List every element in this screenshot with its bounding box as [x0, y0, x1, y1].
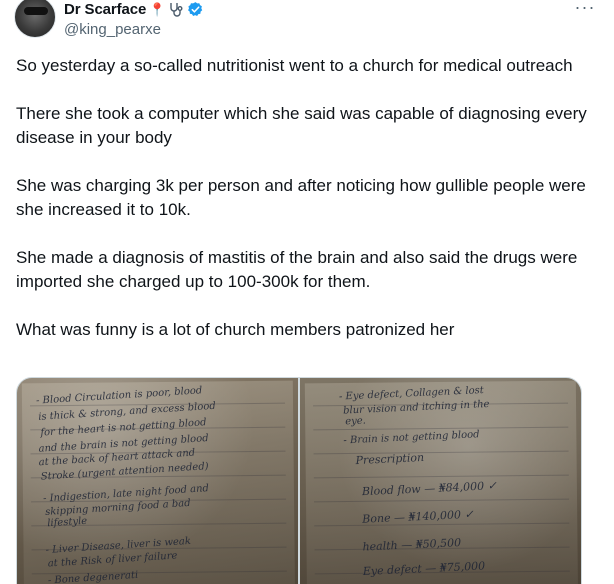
note-line: eye.	[344, 415, 367, 428]
stethoscope-icon	[170, 2, 183, 17]
note-line: Prescription	[355, 450, 425, 468]
photo-handwritten-note-right[interactable]: - Eye defect, Collagen & lost blur visio…	[300, 378, 581, 584]
paper-rule	[313, 426, 569, 431]
paper-rule	[314, 498, 570, 503]
display-name[interactable]: Dr Scarface	[64, 1, 146, 18]
tweet-paragraph: What was funny is a lot of church member…	[16, 320, 455, 339]
note-line: blur vision and itching in the	[342, 398, 490, 417]
paper-rule	[313, 474, 569, 479]
photo-handwritten-note-left[interactable]: - Blood Circulation is poor, blood is th…	[17, 378, 298, 584]
note-line: health — ₦50,500	[362, 536, 462, 554]
author-handle[interactable]: @king_pearxe	[64, 21, 161, 38]
pin-icon: 📍	[149, 2, 166, 17]
note-line: lifestyle	[46, 515, 88, 530]
tweet-paragraph: There she took a computer which she said…	[16, 104, 587, 147]
paper-sheet: - Eye defect, Collagen & lost blur visio…	[304, 380, 579, 584]
tweet-paragraph: She was charging 3k per person and after…	[16, 176, 586, 219]
media-grid: - Blood Circulation is poor, blood is th…	[16, 377, 582, 584]
tweet: Dr Scarface 📍 @king_pearxe ··· So yester…	[0, 0, 614, 584]
more-options-button[interactable]: ···	[572, 0, 598, 20]
avatar[interactable]	[14, 0, 56, 38]
paper-rule	[314, 522, 570, 527]
tweet-paragraph: She made a diagnosis of mastitis of the …	[16, 248, 578, 291]
author-name-row[interactable]: Dr Scarface 📍	[64, 1, 204, 18]
tweet-header: Dr Scarface 📍 @king_pearxe ···	[14, 0, 600, 42]
note-line: Blood flow — ₦84,000 ✓	[361, 479, 498, 499]
verified-icon	[188, 2, 203, 16]
note-line: - Brain is not getting blood	[343, 429, 480, 447]
tweet-paragraph: So yesterday a so-called nutritionist we…	[16, 56, 573, 75]
paper-sheet: - Blood Circulation is poor, blood is th…	[21, 380, 296, 584]
tweet-text: So yesterday a so-called nutritionist we…	[16, 54, 592, 342]
paper-rule	[313, 450, 569, 455]
note-line: Eye defect — ₦75,000	[362, 559, 486, 578]
note-line: - Bone degenerati	[47, 569, 139, 584]
